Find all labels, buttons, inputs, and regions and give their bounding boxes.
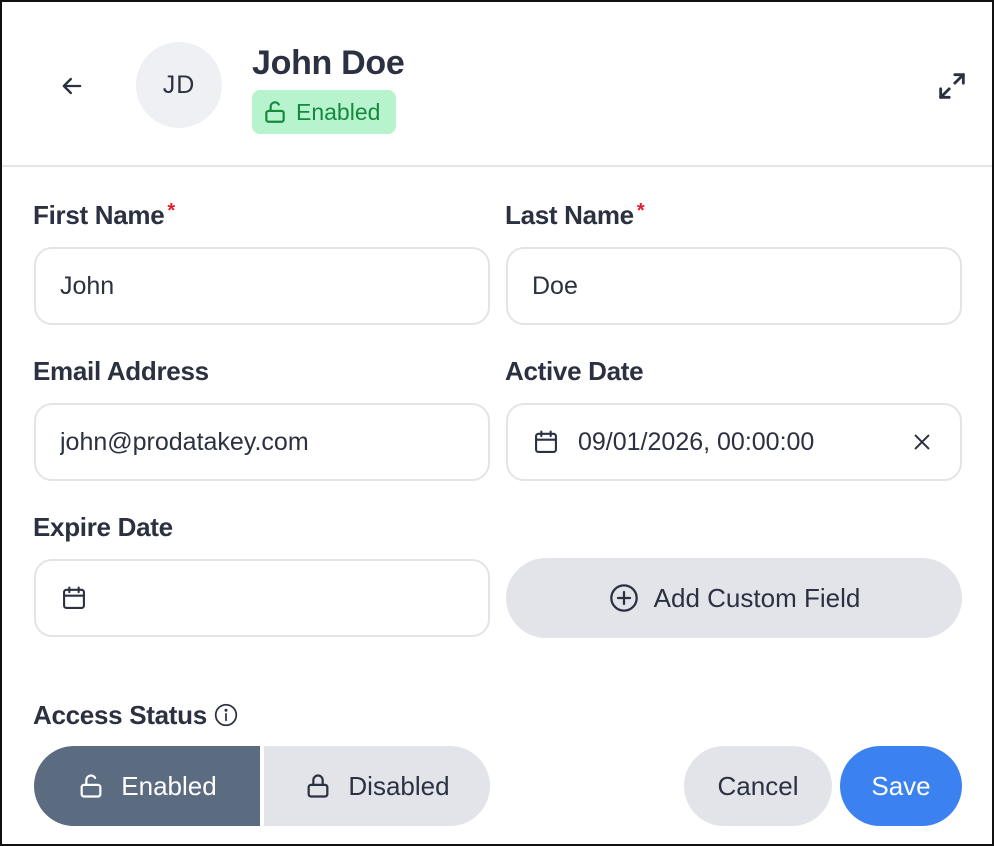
expand-icon bbox=[939, 73, 965, 99]
calendar-icon bbox=[63, 586, 85, 609]
first-name-label-text: First Name bbox=[33, 200, 165, 230]
active-date-label: Active Date bbox=[505, 356, 644, 386]
status-badge: Enabled bbox=[252, 90, 397, 134]
enabled-option-label: Enabled bbox=[121, 770, 217, 801]
expand-button[interactable] bbox=[930, 64, 974, 108]
user-edit-panel: JD John Doe Enabled First Name* Last Nam… bbox=[0, 0, 994, 846]
back-button[interactable] bbox=[50, 64, 94, 108]
last-name-label-text: Last Name bbox=[505, 200, 634, 230]
info-icon[interactable] bbox=[213, 702, 239, 728]
first-name-label: First Name * bbox=[33, 200, 175, 231]
disabled-option-label: Disabled bbox=[348, 770, 450, 801]
email-input[interactable] bbox=[60, 427, 464, 457]
unlock-icon bbox=[80, 774, 102, 798]
cancel-button[interactable]: Cancel bbox=[684, 746, 832, 826]
add-custom-field-label: Add Custom Field bbox=[653, 582, 861, 613]
required-mark: * bbox=[636, 200, 645, 222]
close-icon bbox=[914, 434, 930, 450]
access-status-label: Access Status bbox=[33, 700, 239, 731]
first-name-field[interactable] bbox=[34, 247, 490, 325]
last-name-label: Last Name * bbox=[505, 200, 645, 231]
panel-header: JD John Doe Enabled bbox=[2, 2, 992, 167]
access-status-enabled-option[interactable]: Enabled bbox=[34, 746, 260, 826]
save-button[interactable]: Save bbox=[840, 746, 962, 826]
add-custom-field-button[interactable]: Add Custom Field bbox=[506, 558, 962, 638]
email-field[interactable] bbox=[34, 403, 490, 481]
expire-date-field[interactable] bbox=[34, 559, 490, 637]
access-status-disabled-option[interactable]: Disabled bbox=[264, 746, 490, 826]
arrow-left-icon bbox=[62, 77, 82, 95]
access-status-label-text: Access Status bbox=[33, 700, 207, 730]
email-label: Email Address bbox=[33, 356, 209, 386]
last-name-field[interactable] bbox=[506, 247, 962, 325]
last-name-input[interactable] bbox=[532, 271, 936, 301]
status-badge-label: Enabled bbox=[296, 98, 381, 125]
page-title: John Doe bbox=[252, 44, 405, 82]
active-date-value: 09/01/2026, 00:00:00 bbox=[578, 427, 815, 456]
avatar: JD bbox=[136, 42, 222, 128]
lock-icon bbox=[307, 774, 329, 798]
expire-date-label: Expire Date bbox=[33, 512, 173, 542]
unlock-icon bbox=[265, 101, 285, 123]
required-mark: * bbox=[167, 200, 175, 222]
first-name-input[interactable] bbox=[60, 271, 464, 301]
clear-active-date-button[interactable] bbox=[908, 428, 936, 456]
plus-circle-icon bbox=[609, 584, 638, 612]
active-date-field[interactable]: 09/01/2026, 00:00:00 bbox=[506, 403, 962, 481]
calendar-icon bbox=[535, 430, 557, 453]
